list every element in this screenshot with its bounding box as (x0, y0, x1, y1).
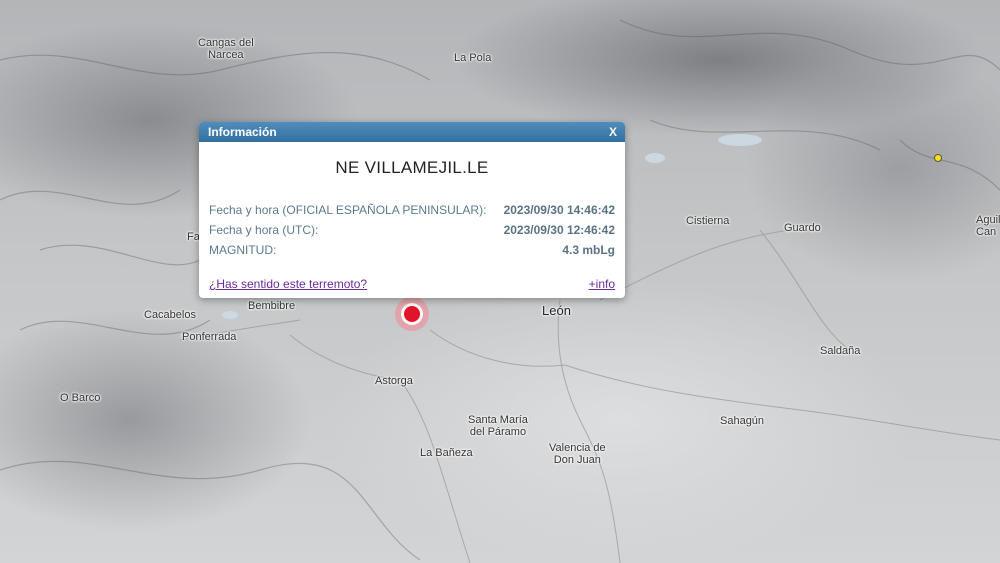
detail-label: Fecha y hora (OFICIAL ESPAÑOLA PENINSULA… (209, 203, 487, 217)
place-leon: León (542, 303, 571, 318)
seismic-station-marker[interactable] (934, 154, 942, 162)
place-cangas-del-narcea: Cangas del Narcea (198, 37, 254, 61)
detail-row-utc-time: Fecha y hora (UTC): 2023/09/30 12:46:42 (209, 220, 615, 240)
place-aguilar: Aguil Can (976, 214, 1000, 238)
place-valencia-de-don-juan: Valencia de Don Juan (549, 442, 606, 466)
detail-row-local-time: Fecha y hora (OFICIAL ESPAÑOLA PENINSULA… (209, 200, 615, 220)
detail-label: MAGNITUD: (209, 243, 277, 257)
event-details-table: Fecha y hora (OFICIAL ESPAÑOLA PENINSULA… (209, 200, 615, 260)
detail-label: Fecha y hora (UTC): (209, 223, 319, 237)
felt-earthquake-link[interactable]: ¿Has sentido este terremoto? (209, 277, 367, 291)
info-popup: Información X NE VILLAMEJIL.LE Fecha y h… (199, 122, 625, 298)
place-la-pola: La Pola (454, 52, 492, 64)
detail-value: 2023/09/30 12:46:42 (503, 223, 615, 237)
popup-title: Información (208, 125, 277, 139)
place-la-baneza: La Bañeza (420, 447, 473, 459)
place-bembibre: Bembibre (248, 300, 296, 312)
place-sahagun: Sahagún (720, 415, 765, 427)
epicenter-core (404, 306, 420, 322)
close-button[interactable]: X (609, 122, 617, 142)
place-guardo: Guardo (784, 222, 821, 234)
place-cacabelos: Cacabelos (144, 309, 196, 321)
place-ponferrada: Ponferrada (182, 331, 237, 343)
popup-header: Información X (199, 122, 625, 142)
detail-value: 4.3 mbLg (562, 243, 615, 257)
more-info-link[interactable]: +info (589, 277, 615, 291)
place-fa: Fa (187, 231, 200, 243)
place-saldana: Saldaña (820, 345, 861, 357)
earthquake-epicenter-marker[interactable] (395, 297, 429, 331)
place-santa-maria-del-paramo: Santa María del Páramo (468, 414, 528, 438)
detail-value: 2023/09/30 14:46:42 (503, 203, 615, 217)
event-name: NE VILLAMEJIL.LE (335, 158, 489, 177)
place-astorga: Astorga (375, 375, 413, 387)
popup-links: ¿Has sentido este terremoto? +info (209, 277, 615, 291)
place-o-barco: O Barco (60, 392, 101, 404)
detail-row-magnitude: MAGNITUD: 4.3 mbLg (209, 240, 615, 260)
place-cistierna: Cistierna (686, 215, 730, 227)
